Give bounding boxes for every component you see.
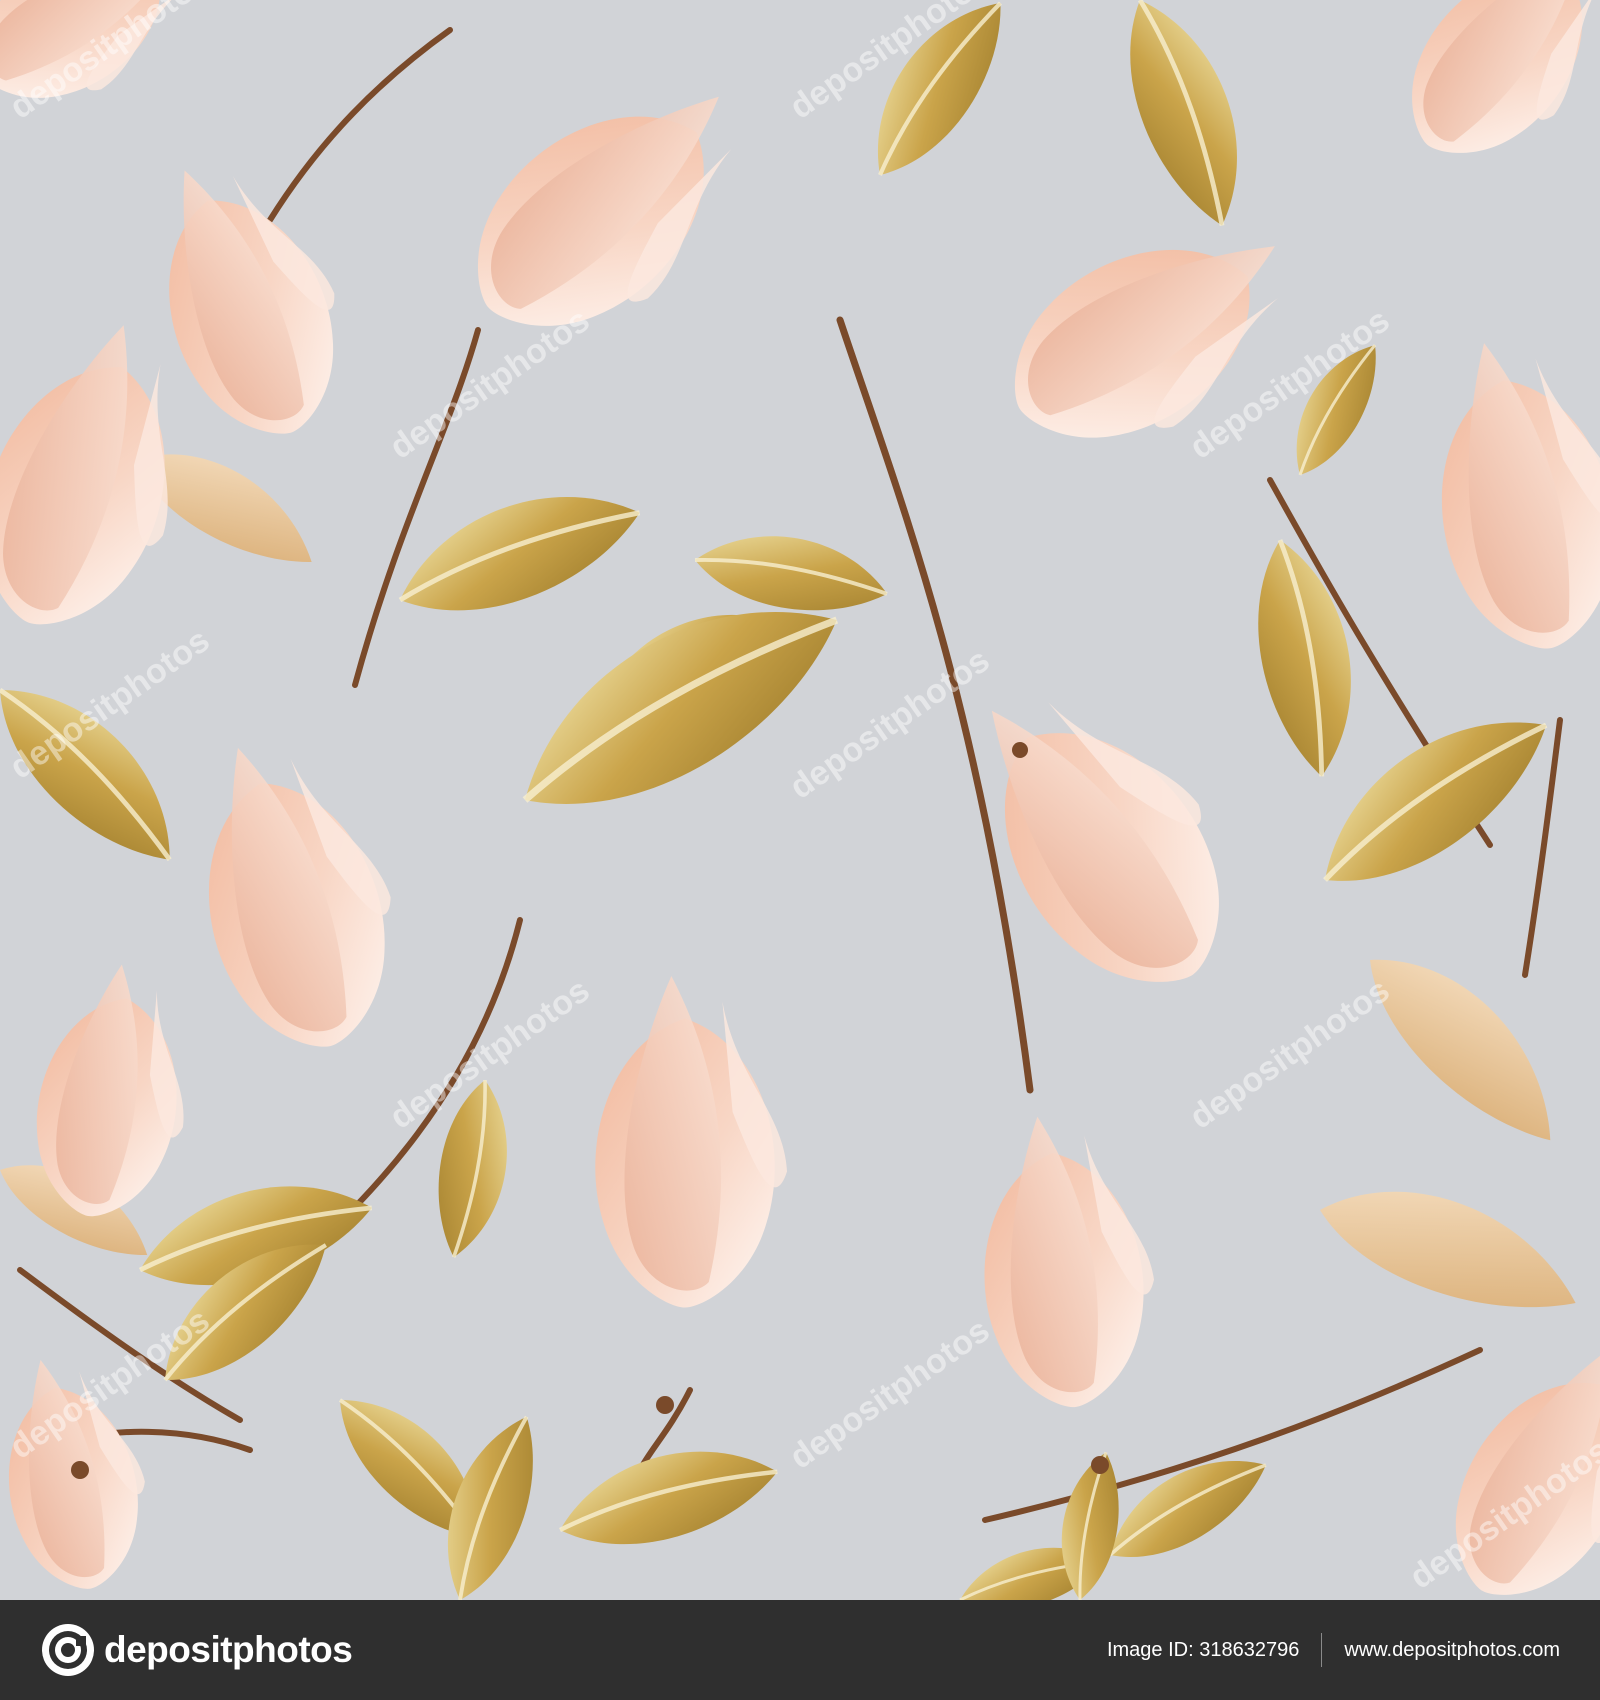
- footer-divider: [1321, 1633, 1323, 1667]
- website-url: www.depositphotos.com: [1344, 1638, 1560, 1661]
- floral-pattern-artwork: depositphotos depositphotos depositphoto…: [0, 0, 1600, 1600]
- brand-name: depositphotos: [104, 1629, 353, 1670]
- brand: depositphotos: [40, 1622, 353, 1678]
- depositphotos-logo-icon: [42, 1624, 94, 1676]
- image-id-label: Image ID: 318632796: [1106, 1638, 1300, 1661]
- stock-image: depositphotos depositphotos depositphoto…: [0, 0, 1600, 1700]
- footer-bar: depositphotos Image ID: 318632796 www.de…: [0, 1600, 1600, 1700]
